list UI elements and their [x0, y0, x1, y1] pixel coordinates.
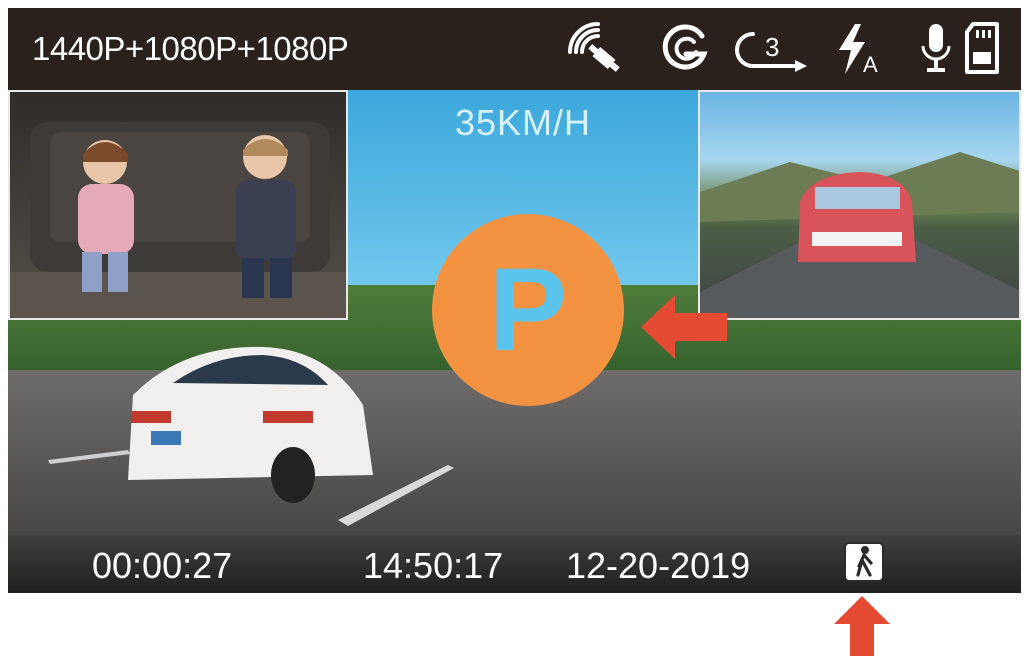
microphone-icon: [921, 24, 951, 72]
clock-time: 14:50:17: [363, 545, 504, 586]
speed-readout: 35KM/H: [454, 102, 592, 143]
interior-camera-view: [8, 90, 348, 320]
up-arrow-icon: [834, 596, 890, 656]
parking-mode-letter: P: [489, 244, 568, 376]
sd-card-icon: [965, 22, 999, 74]
status-bar: 1440P+1080P+1080P 3 A: [8, 8, 1021, 90]
loop-recording-icon: 3: [735, 32, 807, 72]
pedestrian-icon: [844, 542, 884, 582]
date-label: 12-20-2019: [566, 545, 751, 586]
left-arrow-icon: [641, 295, 727, 359]
camera-preview: 35KM/H P 00:00:27 14:50:17 12-20-2019: [8, 90, 1021, 593]
dashcam-screen: 1440P+1080P+1080P 3 A 35KM/H P 00:00:27 …: [8, 8, 1021, 593]
flash-mode-label: A: [863, 52, 878, 76]
rear-camera-image: [700, 152, 1019, 318]
parking-mode-icon: P: [432, 214, 624, 406]
elapsed-time: 00:00:27: [92, 545, 233, 586]
auto-flash-icon: A: [839, 24, 878, 76]
front-car-image: [128, 346, 373, 503]
rear-camera-view: [698, 90, 1021, 320]
g-sensor-icon: [662, 24, 708, 70]
gps-signal-icon: [568, 22, 620, 72]
interior-camera-image: [10, 122, 346, 318]
loop-interval-value: 3: [765, 32, 779, 62]
resolution-label: 1440P+1080P+1080P: [32, 30, 349, 67]
